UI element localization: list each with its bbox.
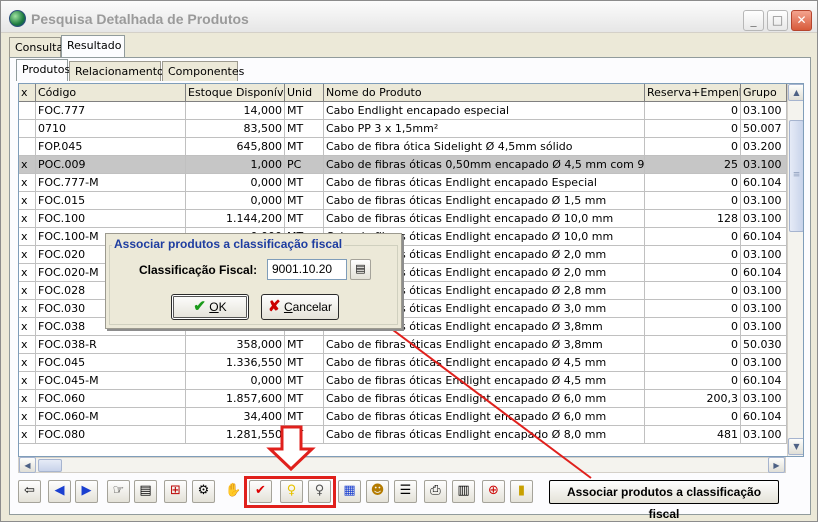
dialog-title: Associar produtos a classificação fiscal	[112, 237, 345, 251]
cancel-button[interactable]: ✘ Cancelar	[261, 294, 339, 320]
pointer-line	[380, 320, 592, 479]
check-icon: ✔	[193, 298, 206, 315]
down-arrow-icon	[266, 425, 316, 472]
fiscal-label: Classificação Fiscal:	[139, 263, 258, 277]
main-window: Pesquisa Detalhada de Produtos _ □ ✕ Con…	[0, 0, 818, 522]
fiscal-input[interactable]: 9001.10.20	[267, 259, 347, 280]
fiscal-dialog: Associar produtos a classificação fiscal…	[105, 233, 402, 329]
lookup-icon[interactable]: ▤	[350, 259, 371, 280]
cross-icon: ✘	[268, 298, 281, 315]
dialog-frame	[109, 245, 398, 325]
ok-button[interactable]: ✔ OK	[171, 294, 249, 320]
